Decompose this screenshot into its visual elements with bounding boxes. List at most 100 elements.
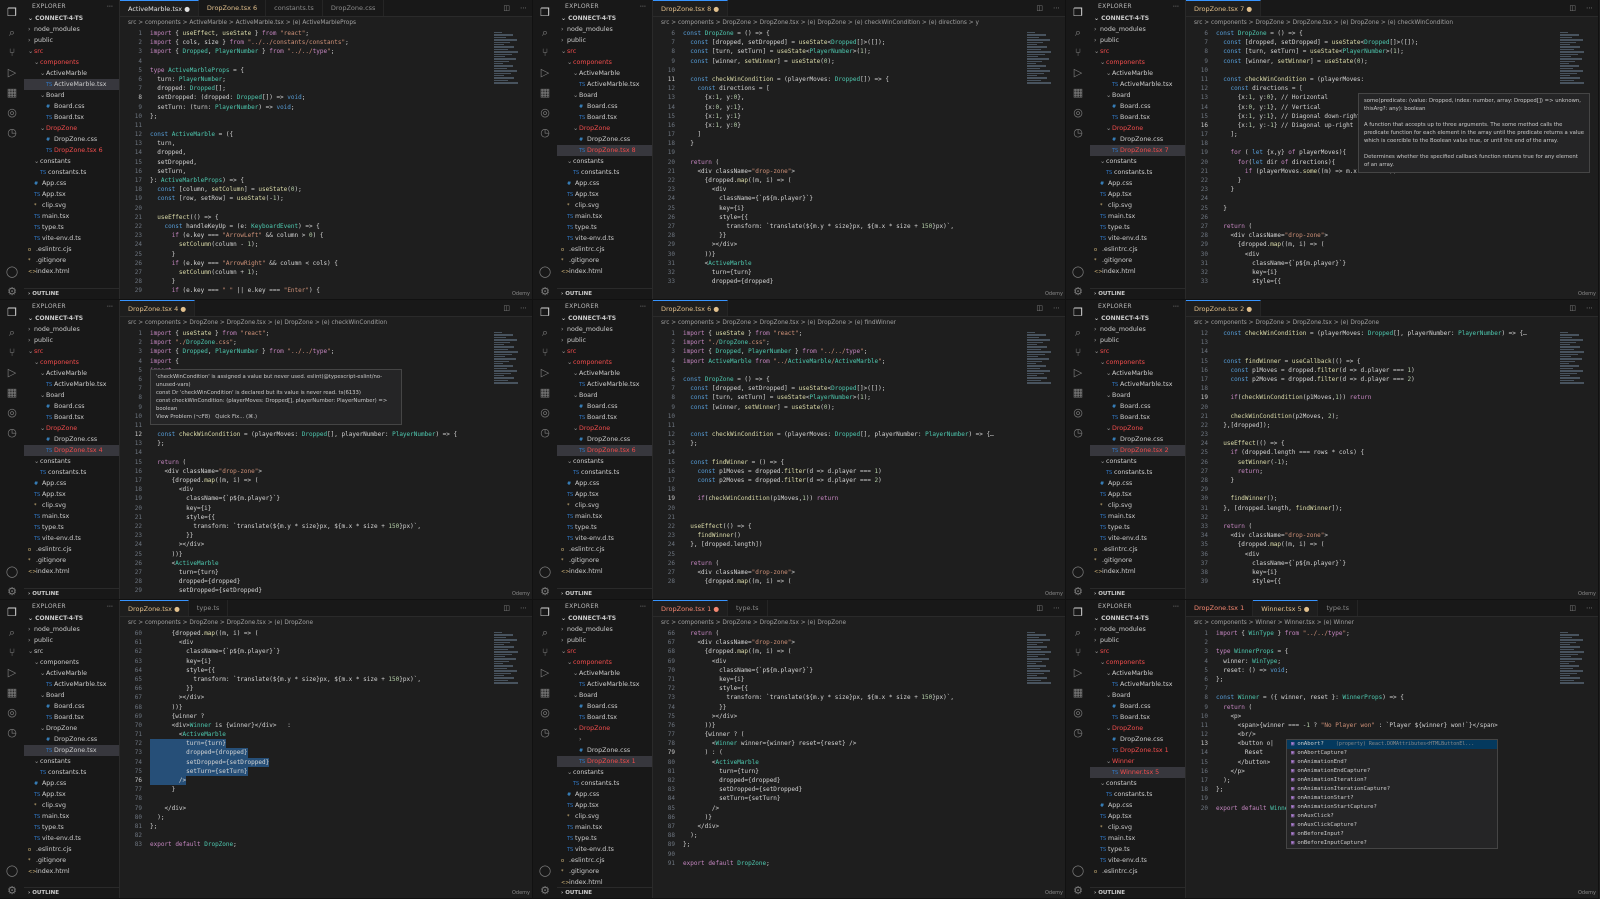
code-line[interactable]: 22 transform: `translate(${m.y * size}px… bbox=[120, 522, 532, 531]
timeline-icon[interactable]: ◷ bbox=[5, 126, 19, 140]
file-tree-item[interactable]: # App.css bbox=[24, 478, 119, 489]
file-tree-item[interactable]: › public bbox=[557, 635, 652, 646]
editor-tab[interactable]: DropZone.tsx 1 ● bbox=[653, 600, 728, 616]
file-tree-item[interactable]: TS ActiveMarble.tsx bbox=[1090, 79, 1185, 90]
file-tree-item[interactable]: TS ActiveMarble.tsx bbox=[1090, 679, 1185, 690]
code-line[interactable]: 90 bbox=[653, 850, 1065, 859]
file-tree-item[interactable]: ⌄ActiveMarble bbox=[557, 668, 652, 679]
file-tree-item[interactable]: TS ActiveMarble.tsx bbox=[24, 379, 119, 390]
file-tree-item[interactable]: ⌄Board bbox=[1090, 90, 1185, 101]
file-tree-item[interactable]: * .gitignore bbox=[557, 255, 652, 266]
account-icon[interactable]: ◯ bbox=[1071, 864, 1085, 878]
more-actions-icon[interactable]: ⋯ bbox=[640, 300, 646, 313]
file-tree-item[interactable]: ⌄constants bbox=[24, 156, 119, 167]
file-tree-item[interactable]: TS vite-env.d.ts bbox=[1090, 533, 1185, 544]
code-line[interactable]: 62 className={`p${m.player}`} bbox=[120, 647, 532, 656]
file-tree-item[interactable]: TS vite-env.d.ts bbox=[557, 533, 652, 544]
code-line[interactable]: 5 bbox=[653, 366, 1065, 375]
code-line[interactable]: 19 if(checkWinCondition(p1Moves,1)) retu… bbox=[1186, 393, 1598, 402]
code-line[interactable]: 77 {winner ? ( bbox=[653, 730, 1065, 739]
file-tree-item[interactable]: TS ActiveMarble.tsx bbox=[557, 679, 652, 690]
code-line[interactable]: 81 turn={turn} bbox=[653, 767, 1065, 776]
file-tree-item[interactable]: # DropZone.css bbox=[557, 134, 652, 145]
close-icon[interactable]: ● bbox=[711, 605, 719, 613]
explorer-icon[interactable]: ❐ bbox=[1071, 606, 1085, 620]
code-line[interactable]: 25 ))} bbox=[120, 550, 532, 559]
outline-section[interactable]: › OUTLINE bbox=[557, 887, 652, 898]
code-line[interactable]: 78 bbox=[120, 794, 532, 803]
explorer-icon[interactable]: ❐ bbox=[1071, 306, 1085, 320]
split-editor-icon[interactable]: ◫ bbox=[1031, 0, 1048, 16]
code-line[interactable]: 84 setTurn={setTurn} bbox=[653, 794, 1065, 803]
file-tree-item[interactable]: TS DropZone.tsx 6 bbox=[24, 145, 119, 156]
code-editor[interactable]: 1 import { useState } from "react"; 2 impor… bbox=[653, 329, 1065, 599]
code-editor[interactable]: 1 import { WinType } from "../../type"; 2 3… bbox=[1186, 629, 1598, 898]
file-tree-item[interactable]: TS App.tsx bbox=[1090, 489, 1185, 500]
file-tree-item[interactable]: ⌄DropZone bbox=[557, 423, 652, 434]
more-actions-icon[interactable]: ⋯ bbox=[640, 600, 646, 613]
code-line[interactable]: 83 export default DropZone; bbox=[120, 840, 532, 849]
timeline-icon[interactable]: ◷ bbox=[538, 126, 552, 140]
file-tree-item[interactable]: # DropZone.css bbox=[1090, 434, 1185, 445]
file-tree-item[interactable]: ⌄Winner bbox=[1090, 756, 1185, 767]
code-line[interactable]: 9 return ( bbox=[1186, 703, 1598, 712]
code-line[interactable]: 23 }} bbox=[120, 531, 532, 540]
code-line[interactable]: 61 <div bbox=[120, 638, 532, 647]
code-editor[interactable]: 60 {dropped.map((m, i) => (61 <div 62 cla… bbox=[120, 629, 532, 898]
code-line[interactable]: 6 const DropZone = () => { bbox=[653, 375, 1065, 384]
code-line[interactable]: 1 import { WinType } from "../../type"; bbox=[1186, 629, 1598, 638]
file-tree-item[interactable]: TS constants.ts bbox=[1090, 167, 1185, 178]
file-tree-item[interactable]: TS Board.tsx bbox=[1090, 412, 1185, 423]
split-editor-icon[interactable]: ◫ bbox=[1031, 300, 1048, 316]
run-debug-icon[interactable]: ▷ bbox=[5, 366, 19, 380]
code-line[interactable]: 16 {x:1, y:0} bbox=[653, 121, 1065, 130]
code-line[interactable]: 4 bbox=[120, 57, 532, 66]
code-line[interactable]: 33 return ( bbox=[1186, 522, 1598, 531]
minimap[interactable] bbox=[1027, 631, 1055, 684]
code-line[interactable]: 12 const checkWinCondition = (playerMove… bbox=[120, 430, 532, 439]
more-actions-icon[interactable]: ⋯ bbox=[1048, 600, 1065, 616]
file-tree-item[interactable]: ⌄DropZone bbox=[557, 123, 652, 134]
code-line[interactable]: 27 transform: `translate(${m.y * size}px… bbox=[653, 222, 1065, 231]
code-line[interactable]: 14 {x:0, y:1}, bbox=[653, 103, 1065, 112]
editor-tab[interactable]: DropZone.tsx 6 bbox=[199, 0, 267, 16]
run-debug-icon[interactable]: ▷ bbox=[538, 66, 552, 80]
file-tree-item[interactable]: › node_modules bbox=[1090, 624, 1185, 635]
outline-section[interactable]: › OUTLINE bbox=[24, 887, 119, 898]
autocomplete-item[interactable]: ▣ onAbort? (property) React.DOMAttributes<… bbox=[1287, 740, 1497, 749]
timeline-icon[interactable]: ◷ bbox=[538, 426, 552, 440]
file-tree-item[interactable]: ⌄components bbox=[1090, 657, 1185, 668]
code-line[interactable]: 20 return ( bbox=[653, 158, 1065, 167]
code-editor[interactable]: 6 const DropZone = () => {7 const [droppe… bbox=[1186, 29, 1598, 299]
autocomplete-item[interactable]: ▣ onAnimationIteration? bbox=[1287, 776, 1497, 785]
file-tree-item[interactable]: ⌄Board bbox=[1090, 690, 1185, 701]
code-line[interactable]: 10 bbox=[653, 412, 1065, 421]
code-line[interactable]: 30 findWinner(); bbox=[1186, 494, 1598, 503]
code-line[interactable]: 16 setTurn, bbox=[120, 167, 532, 176]
file-tree-item[interactable]: TS Board.tsx bbox=[1090, 112, 1185, 123]
file-tree-item[interactable]: TS main.tsx bbox=[24, 511, 119, 522]
code-line[interactable]: 6}; bbox=[1186, 675, 1598, 684]
file-tree-item[interactable]: TS main.tsx bbox=[24, 211, 119, 222]
file-tree-item[interactable]: TS constants.ts bbox=[557, 778, 652, 789]
code-line[interactable]: 66 }} bbox=[120, 684, 532, 693]
file-tree-item[interactable]: TS Board.tsx bbox=[24, 412, 119, 423]
search-icon[interactable]: ⌕ bbox=[1071, 626, 1085, 640]
code-editor[interactable]: 12 const checkWinCondition = (playerMove… bbox=[1186, 329, 1598, 599]
code-line[interactable]: 12 const directions = [ bbox=[1186, 84, 1598, 93]
project-header[interactable]: ⌄ CONNECT-4-TS bbox=[1090, 13, 1185, 24]
outline-section[interactable]: › OUTLINE bbox=[1090, 288, 1185, 299]
file-tree-item[interactable]: ⌄Board bbox=[1090, 390, 1185, 401]
file-tree-item[interactable]: ⌄src bbox=[1090, 346, 1185, 357]
file-tree-item[interactable]: * clip.svg bbox=[1090, 200, 1185, 211]
file-tree-item[interactable]: * .gitignore bbox=[557, 555, 652, 566]
breadcrumb[interactable]: src > components > DropZone > DropZone.t… bbox=[653, 617, 1065, 629]
file-tree-item[interactable]: ⌄Board bbox=[557, 690, 652, 701]
file-tree-item[interactable]: ⌄components bbox=[24, 357, 119, 368]
file-tree-item[interactable]: # Board.css bbox=[24, 101, 119, 112]
file-tree-item[interactable]: <>index.html bbox=[557, 566, 652, 577]
more-actions-icon[interactable]: ⋯ bbox=[515, 0, 532, 16]
code-line[interactable]: 13 }; bbox=[120, 439, 532, 448]
file-tree-item[interactable]: TS vite-env.d.ts bbox=[24, 833, 119, 844]
file-tree-item[interactable]: * clip.svg bbox=[557, 500, 652, 511]
